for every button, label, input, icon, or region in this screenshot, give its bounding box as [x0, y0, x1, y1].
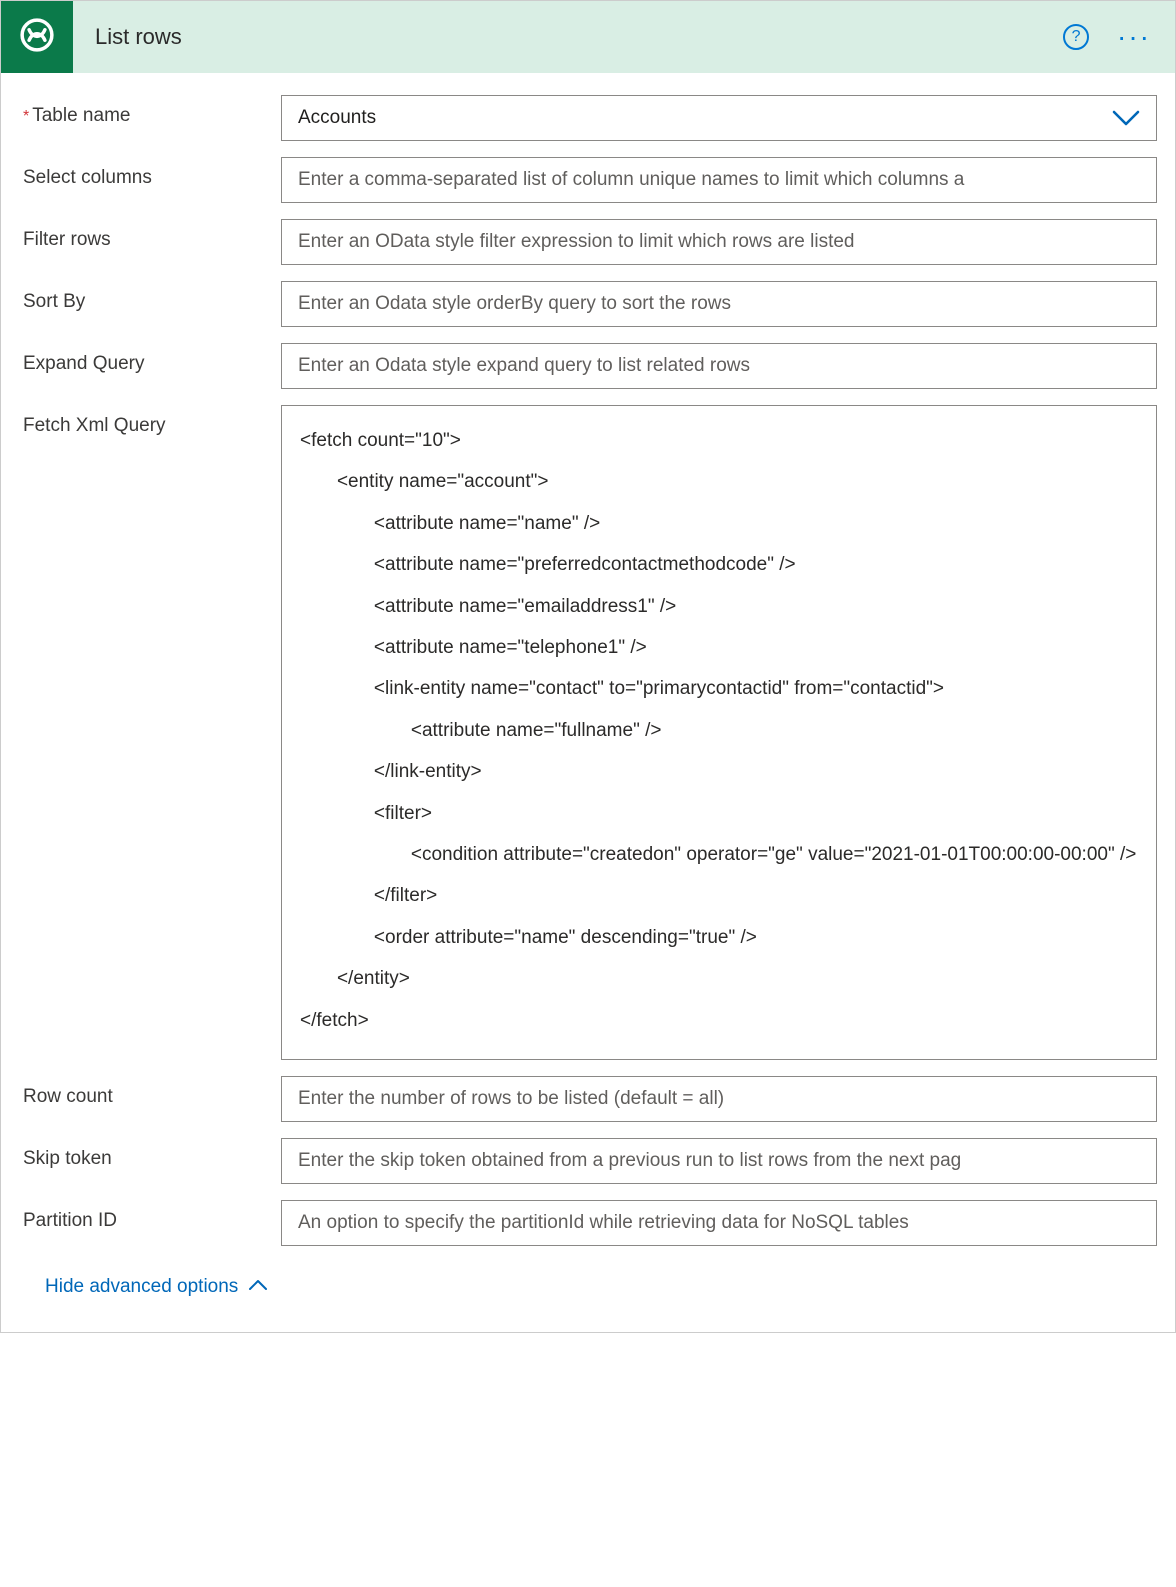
label-select-columns: Select columns [23, 157, 281, 189]
row-table-name: Table name Accounts [23, 95, 1157, 141]
row-row-count: Row count Enter the number of rows to be… [23, 1076, 1157, 1122]
row-skip-token: Skip token Enter the skip token obtained… [23, 1138, 1157, 1184]
hide-advanced-options-toggle[interactable]: Hide advanced options [45, 1276, 268, 1298]
chevron-down-icon [1112, 108, 1140, 128]
label-skip-token: Skip token [23, 1138, 281, 1170]
card-footer: Hide advanced options [23, 1256, 1157, 1322]
sort-by-input[interactable]: Enter an Odata style orderBy query to so… [281, 281, 1157, 327]
row-expand-query: Expand Query Enter an Odata style expand… [23, 343, 1157, 389]
label-partition-id: Partition ID [23, 1200, 281, 1232]
dataverse-icon [16, 14, 58, 61]
card-body: Table name Accounts Select columns Enter… [1, 73, 1175, 1332]
connector-logo-tile [1, 1, 73, 73]
card-title: List rows [73, 24, 1063, 50]
row-partition-id: Partition ID An option to specify the pa… [23, 1200, 1157, 1246]
label-row-count: Row count [23, 1076, 281, 1108]
label-fetch-xml: Fetch Xml Query [23, 405, 281, 437]
row-filter-rows: Filter rows Enter an OData style filter … [23, 219, 1157, 265]
action-card: List rows ? ··· Table name Accounts Sele… [0, 0, 1176, 1333]
more-menu-icon[interactable]: ··· [1117, 23, 1151, 51]
hide-advanced-options-label: Hide advanced options [45, 1276, 238, 1298]
row-count-input[interactable]: Enter the number of rows to be listed (d… [281, 1076, 1157, 1122]
skip-token-input[interactable]: Enter the skip token obtained from a pre… [281, 1138, 1157, 1184]
row-fetch-xml: Fetch Xml Query <fetch count="10"> <enti… [23, 405, 1157, 1060]
row-sort-by: Sort By Enter an Odata style orderBy que… [23, 281, 1157, 327]
table-name-select[interactable]: Accounts [281, 95, 1157, 141]
row-select-columns: Select columns Enter a comma-separated l… [23, 157, 1157, 203]
partition-id-input[interactable]: An option to specify the partitionId whi… [281, 1200, 1157, 1246]
filter-rows-input[interactable]: Enter an OData style filter expression t… [281, 219, 1157, 265]
expand-query-input[interactable]: Enter an Odata style expand query to lis… [281, 343, 1157, 389]
help-icon[interactable]: ? [1063, 24, 1089, 50]
label-table-name: Table name [23, 95, 281, 127]
chevron-up-icon [248, 1276, 268, 1298]
label-filter-rows: Filter rows [23, 219, 281, 251]
label-sort-by: Sort By [23, 281, 281, 313]
label-expand-query: Expand Query [23, 343, 281, 375]
fetch-xml-textarea[interactable]: <fetch count="10"> <entity name="account… [281, 405, 1157, 1060]
card-header: List rows ? ··· [1, 1, 1175, 73]
header-actions: ? ··· [1063, 23, 1175, 51]
select-columns-input[interactable]: Enter a comma-separated list of column u… [281, 157, 1157, 203]
table-name-value: Accounts [298, 107, 376, 129]
